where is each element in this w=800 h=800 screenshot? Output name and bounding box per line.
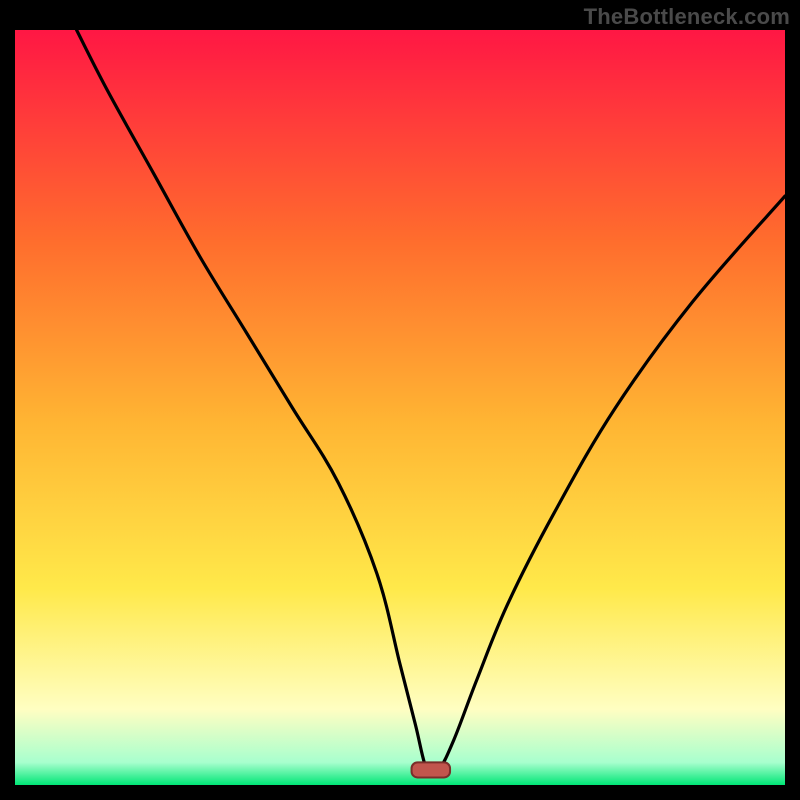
gradient-background: [15, 30, 785, 785]
chart-frame: TheBottleneck.com: [0, 0, 800, 800]
minimum-marker: [412, 762, 451, 777]
watermark-text: TheBottleneck.com: [584, 4, 790, 30]
plot-area: [15, 30, 785, 785]
chart-svg: [15, 30, 785, 785]
